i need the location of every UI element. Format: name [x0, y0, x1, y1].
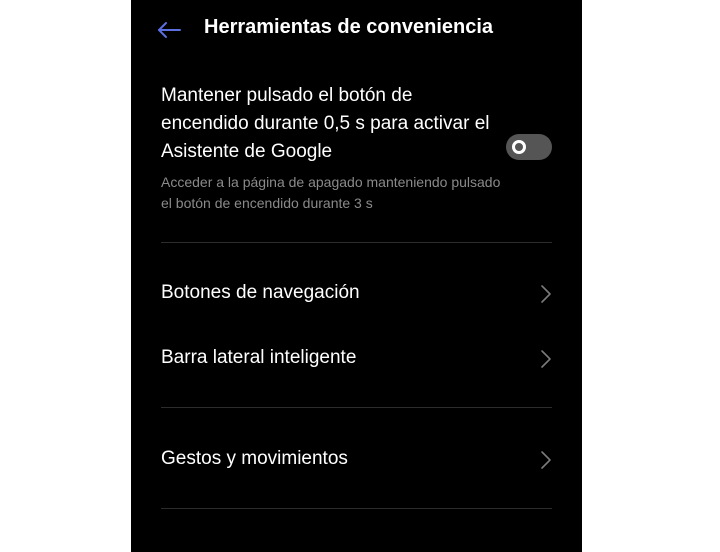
menu-item-navigation-buttons[interactable]: Botones de navegación: [161, 272, 552, 316]
menu-item-label: Botones de navegación: [161, 282, 360, 303]
assistant-power-button-setting[interactable]: Mantener pulsado el botón de encendido d…: [161, 82, 552, 222]
toggle-knob: [512, 140, 526, 154]
settings-screen: Herramientas de conveniencia Mantener pu…: [131, 0, 582, 552]
setting-title: Mantener pulsado el botón de encendido d…: [161, 85, 490, 162]
divider: [161, 407, 552, 408]
setting-description: Acceder a la página de apagado mantenien…: [161, 174, 501, 211]
divider: [161, 242, 552, 243]
assistant-toggle-switch[interactable]: [506, 134, 552, 160]
app-bar: Herramientas de conveniencia: [131, 0, 582, 60]
chevron-right-icon: [541, 350, 551, 368]
menu-item-label: Barra lateral inteligente: [161, 347, 357, 368]
arrow-left-icon: [158, 22, 181, 38]
menu-item-smart-sidebar[interactable]: Barra lateral inteligente: [161, 337, 552, 381]
menu-item-gestures[interactable]: Gestos y movimientos: [161, 438, 552, 482]
chevron-right-icon: [541, 451, 551, 469]
back-button[interactable]: [153, 14, 185, 46]
chevron-right-icon: [541, 285, 551, 303]
menu-item-label: Gestos y movimientos: [161, 448, 348, 469]
divider: [161, 508, 552, 509]
page-title: Herramientas de conveniencia: [204, 16, 494, 38]
